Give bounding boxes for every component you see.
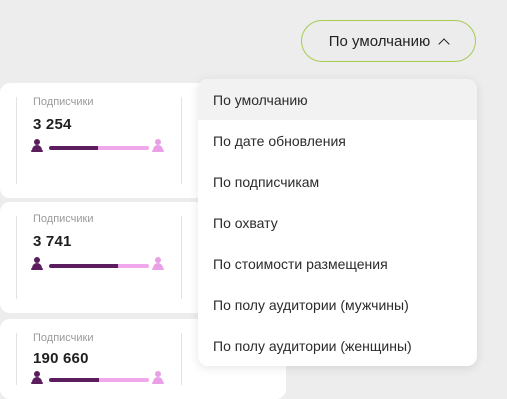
gender-bar — [49, 146, 149, 150]
female-user-icon — [152, 371, 164, 385]
subscribers-value: 3 741 — [33, 233, 72, 250]
male-user-icon — [31, 371, 43, 385]
divider — [16, 216, 17, 299]
divider — [181, 97, 182, 184]
subscribers-label: Подписчики — [33, 213, 94, 225]
gender-bar-male-fill — [49, 264, 118, 268]
sort-option[interactable]: По полу аудитории (женщины) — [198, 325, 477, 366]
sort-option[interactable]: По дате обновления — [198, 120, 477, 161]
chevron-up-icon — [438, 37, 450, 50]
gender-split — [31, 139, 165, 153]
sort-option[interactable]: По полу аудитории (мужчины) — [198, 284, 477, 325]
gender-bar — [49, 264, 149, 268]
sort-option[interactable]: По подписчикам — [198, 161, 477, 202]
sort-option[interactable]: По стоимости размещения — [198, 243, 477, 284]
sort-button-label: По умолчанию — [328, 32, 431, 50]
gender-bar-male-fill — [49, 146, 98, 150]
divider — [16, 333, 17, 385]
female-user-icon — [152, 257, 164, 271]
gender-split — [31, 257, 165, 271]
subscribers-value: 3 254 — [33, 116, 72, 133]
divider — [16, 97, 17, 184]
divider — [181, 216, 182, 299]
sort-button[interactable]: По умолчанию — [301, 20, 476, 62]
gender-bar — [49, 378, 149, 382]
divider — [181, 333, 182, 385]
sort-option[interactable]: По умолчанию — [198, 79, 477, 120]
sort-option[interactable]: По охвату — [198, 202, 477, 243]
subscribers-label: Подписчики — [33, 96, 94, 108]
female-user-icon — [152, 139, 164, 153]
subscribers-label: Подписчики — [33, 332, 94, 344]
gender-split — [31, 371, 165, 385]
sort-dropdown: По умолчанию По дате обновления По подпи… — [198, 79, 477, 366]
subscribers-value: 190 660 — [33, 350, 89, 367]
male-user-icon — [31, 257, 43, 271]
gender-bar-male-fill — [49, 378, 99, 382]
male-user-icon — [31, 139, 43, 153]
